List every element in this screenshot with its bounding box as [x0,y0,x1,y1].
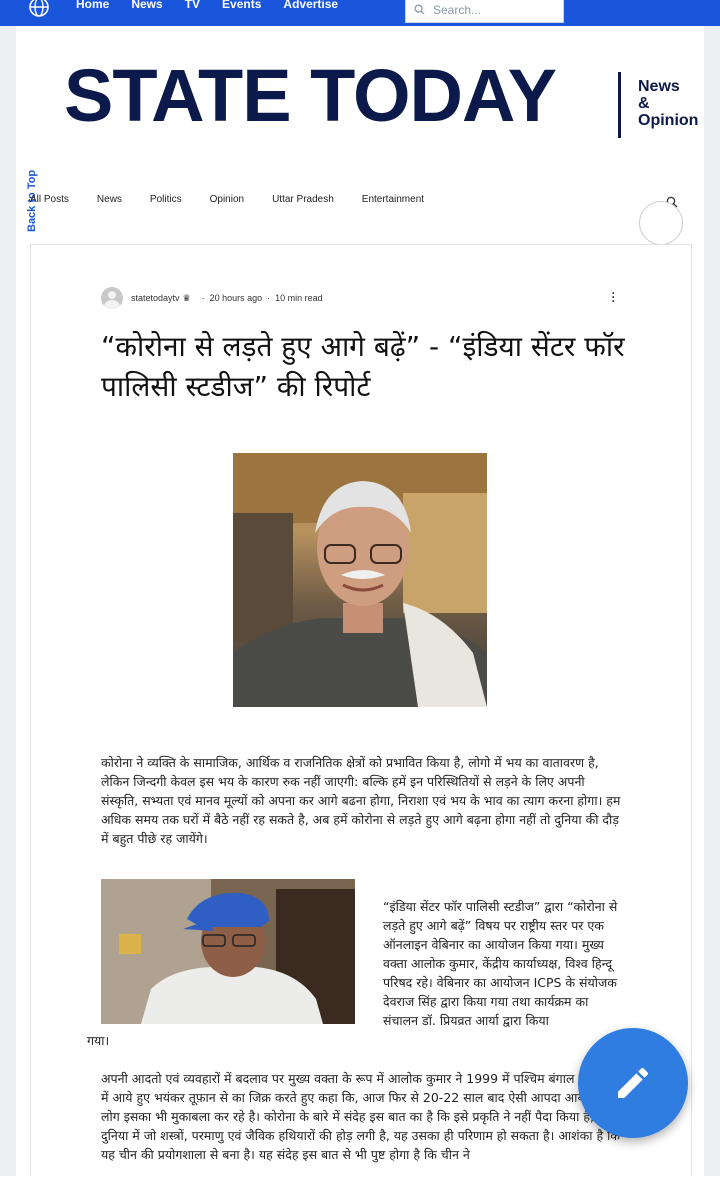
article-paragraph-3: अपनी आदतो एवं व्यवहारों में बदलाव पर मुख… [101,1071,620,1162]
category-uttar-pradesh[interactable]: Uttar Pradesh [272,194,334,205]
top-bar: Home News TV Events Advertise [0,0,720,26]
post-time: 20 hours ago [209,293,263,303]
separator-dot: · [201,293,205,303]
category-politics[interactable]: Politics [150,194,182,205]
category-all-posts[interactable]: All Posts [30,194,69,205]
category-news[interactable]: News [97,194,122,205]
tagline-news: News [638,78,680,95]
separator-dot: · [267,293,271,303]
post-meta: statetodaytv ♛ · 20 hours ago · 10 min r… [101,287,323,309]
masthead-tagline: News & Opinion [638,78,698,129]
article-paragraph-1: कोरोना ने व्यक्ति के सामाजिक, आर्थिक व र… [101,755,621,846]
article-paragraph-2-end: गया। [87,1033,110,1048]
masthead-divider [618,72,621,138]
top-nav: Home News TV Events Advertise [76,0,360,11]
avatar[interactable] [101,287,123,309]
search-icon [414,4,425,15]
page: STATE TODAY News & Opinion Back to Top A… [16,26,704,1186]
globe-icon[interactable] [28,0,50,18]
search-input[interactable] [431,1,555,18]
speaker-photo [233,453,487,707]
webinar-image [101,879,355,1024]
nav-events[interactable]: Events [222,0,261,11]
category-entertainment[interactable]: Entertainment [362,194,424,205]
nav-advertise[interactable]: Advertise [283,0,338,11]
login-circle-button[interactable] [639,201,683,245]
author-name[interactable]: statetodaytv [131,293,180,303]
category-nav: All Posts News Politics Opinion Uttar Pr… [30,194,452,205]
post-headline: “कोरोना से लड़ते हुए आगे बढ़ें” - “इंडिय… [101,330,625,403]
tagline-opinion: Opinion [638,112,699,129]
article-paragraph-2: “इंडिया सेंटर फॉर पालिसी स्टडीज” द्वारा … [383,899,618,1028]
read-time: 10 min read [275,293,323,303]
nav-home[interactable]: Home [76,0,109,11]
category-opinion[interactable]: Opinion [210,194,244,205]
search-box[interactable] [405,0,564,23]
site-title[interactable]: STATE TODAY [64,56,557,136]
tagline-amp: & [638,95,650,112]
nav-tv[interactable]: TV [185,0,200,11]
nav-news[interactable]: News [131,0,162,11]
more-options-icon[interactable]: · · · [611,287,615,309]
pencil-icon [618,1067,649,1098]
webinar-screenshot [101,879,355,1024]
speaker-portrait-image [233,453,487,707]
create-post-button[interactable] [578,1028,688,1138]
crown-icon: ♛ [182,292,191,303]
bottom-bar [0,1176,720,1203]
